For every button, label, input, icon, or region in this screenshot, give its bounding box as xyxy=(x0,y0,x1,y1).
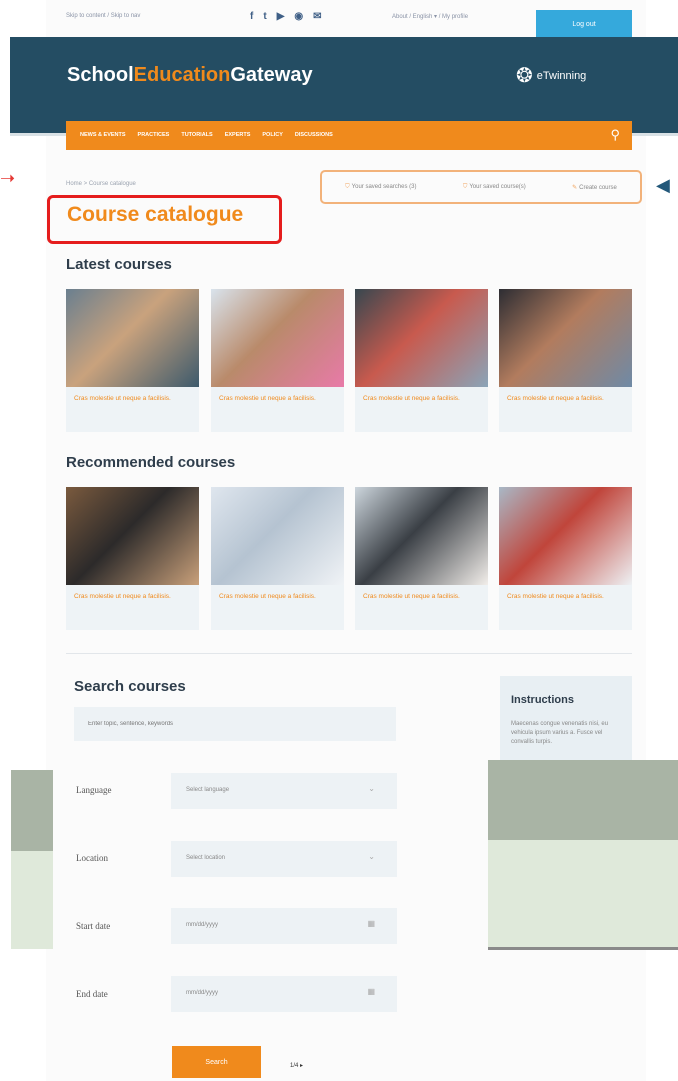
language-select-value: Select language xyxy=(186,787,230,793)
recommended-course-card[interactable]: Cras molestie ut neque a facilisis. xyxy=(66,487,199,630)
chevron-down-icon: ⌄ xyxy=(368,852,375,861)
annotation-arrow-left-icon: ➝ xyxy=(0,168,16,188)
overlay-block-right-bottom xyxy=(488,840,678,950)
saved-searches-link[interactable]: ⛉ Your saved searches (3) xyxy=(345,184,416,191)
latest-course-card[interactable]: Cras molestie ut neque a facilisis. xyxy=(355,289,488,432)
etwinning-logo[interactable]: ❂ eTwinning xyxy=(516,63,586,88)
nav-item-experts[interactable]: EXPERTS xyxy=(225,132,251,138)
instructions-text: Maecenas congue venenatis nisi, eu vehic… xyxy=(511,721,609,745)
bookmark-icon: ⛉ xyxy=(345,183,350,190)
youtube-icon[interactable]: ▶ xyxy=(277,11,285,22)
mail-icon[interactable]: ✉ xyxy=(313,11,321,22)
social-links: f t ▶ ◉ ✉ xyxy=(250,11,322,22)
create-course-link[interactable]: ✎ Create course xyxy=(572,184,617,191)
recommended-course-card[interactable]: Cras molestie ut neque a facilisis. xyxy=(355,487,488,630)
edit-icon: ✎ xyxy=(572,184,578,191)
account-links[interactable]: About / English ▾ / My profile xyxy=(392,13,468,20)
recommended-courses-heading: Recommended courses xyxy=(66,454,236,471)
end-date-input[interactable]: mm/dd/yyyy ▦ xyxy=(171,976,397,1012)
course-caption-link[interactable]: Cras molestie ut neque a facilisis. xyxy=(74,592,192,601)
course-photo[interactable] xyxy=(211,487,344,585)
start-date-label: Start date xyxy=(76,921,111,931)
nav-items: NEWS & EVENTS PRACTICES TUTORIALS EXPERTS PO… xyxy=(80,132,333,138)
saved-items-bar: ⛉ Your saved searches (3) ⛉ Your saved cou… xyxy=(320,170,642,204)
overlay-block-left-top xyxy=(11,770,53,851)
latest-course-card[interactable]: Cras molestie ut neque a facilisis. xyxy=(66,289,199,432)
slide-indicator: 1/4 ▸ xyxy=(290,1063,304,1069)
skip-links[interactable]: Skip to content / Skip to nav xyxy=(66,13,140,19)
course-photo[interactable] xyxy=(355,289,488,387)
logo-text-education: Education xyxy=(133,64,231,86)
course-caption-link[interactable]: Cras molestie ut neque a facilisis. xyxy=(219,592,337,601)
nav-item-tutorials[interactable]: TUTORIALS xyxy=(181,132,212,138)
course-photo[interactable] xyxy=(499,487,632,585)
overlay-block-right-top xyxy=(488,760,678,840)
page-title: Course catalogue xyxy=(67,203,244,226)
nav-item-discussions[interactable]: DISCUSSIONS xyxy=(295,132,333,138)
location-select[interactable]: Select location ⌄ xyxy=(171,841,397,877)
facebook-icon[interactable]: f xyxy=(250,11,253,22)
start-date-value: mm/dd/yyyy xyxy=(186,922,219,928)
search-icon[interactable]: ⚲ xyxy=(610,127,620,143)
utility-bar: Skip to content / Skip to nav f t ▶ ◉ ✉ … xyxy=(46,0,646,38)
start-date-input[interactable]: mm/dd/yyyy ▦ xyxy=(171,908,397,944)
breadcrumb[interactable]: Home > Course catalogue xyxy=(66,181,136,187)
section-divider xyxy=(66,653,632,654)
end-date-value: mm/dd/yyyy xyxy=(186,990,219,996)
chevron-down-icon: ⌄ xyxy=(368,784,375,793)
keyword-search-input[interactable] xyxy=(74,707,396,741)
overlay-block-left-bottom xyxy=(11,851,53,949)
bookmark-icon: ⛉ xyxy=(462,183,468,190)
nav-item-news-events[interactable]: NEWS & EVENTS xyxy=(80,132,126,138)
recommended-course-card[interactable]: Cras molestie ut neque a facilisis. xyxy=(211,487,344,630)
course-caption-link[interactable]: Cras molestie ut neque a facilisis. xyxy=(219,394,337,403)
rss-icon[interactable]: ◉ xyxy=(294,11,303,22)
nav-item-policy[interactable]: POLICY xyxy=(262,132,282,138)
calendar-icon: ▦ xyxy=(367,919,375,928)
location-label: Location xyxy=(76,853,108,863)
twitter-icon[interactable]: t xyxy=(263,11,266,22)
course-photo[interactable] xyxy=(66,289,199,387)
latest-courses-heading: Latest courses xyxy=(66,256,172,273)
instructions-panel: Instructions Maecenas congue venenatis n… xyxy=(500,676,632,766)
latest-course-card[interactable]: Cras molestie ut neque a facilisis. xyxy=(211,289,344,432)
course-caption-link[interactable]: Cras molestie ut neque a facilisis. xyxy=(507,394,625,403)
course-caption-link[interactable]: Cras molestie ut neque a facilisis. xyxy=(363,592,481,601)
location-select-value: Select location xyxy=(186,855,226,861)
logo-text-school: School xyxy=(67,64,134,86)
course-caption-link[interactable]: Cras molestie ut neque a facilisis. xyxy=(507,592,625,601)
etwinning-icon: ❂ xyxy=(516,65,533,87)
saved-courses-link[interactable]: ⛉ Your saved course(s) xyxy=(463,184,526,191)
search-courses-title: Search courses xyxy=(74,678,186,695)
nav-item-practices[interactable]: PRACTICES xyxy=(138,132,170,138)
language-select[interactable]: Select language ⌄ xyxy=(171,773,397,809)
calendar-icon: ▦ xyxy=(367,987,375,996)
language-label: Language xyxy=(76,785,112,795)
site-logo[interactable]: SchoolEducationGateway xyxy=(67,64,313,87)
logout-button[interactable]: Log out xyxy=(536,10,632,38)
latest-course-card[interactable]: Cras molestie ut neque a facilisis. xyxy=(499,289,632,432)
course-caption-link[interactable]: Cras molestie ut neque a facilisis. xyxy=(74,394,192,403)
search-button[interactable]: Search xyxy=(172,1046,261,1078)
logo-text-gateway: Gateway xyxy=(230,64,313,86)
end-date-label: End date xyxy=(76,989,108,999)
course-photo[interactable] xyxy=(211,289,344,387)
course-photo[interactable] xyxy=(499,289,632,387)
main-nav: NEWS & EVENTS PRACTICES TUTORIALS EXPERTS PO… xyxy=(66,121,632,150)
course-photo[interactable] xyxy=(66,487,199,585)
etwinning-label: eTwinning xyxy=(536,69,587,82)
course-photo[interactable] xyxy=(355,487,488,585)
annotation-arrow-right-icon: ◀ xyxy=(656,175,670,195)
recommended-course-card[interactable]: Cras molestie ut neque a facilisis. xyxy=(499,487,632,630)
course-caption-link[interactable]: Cras molestie ut neque a facilisis. xyxy=(363,394,481,403)
instructions-title: Instructions xyxy=(511,694,574,706)
